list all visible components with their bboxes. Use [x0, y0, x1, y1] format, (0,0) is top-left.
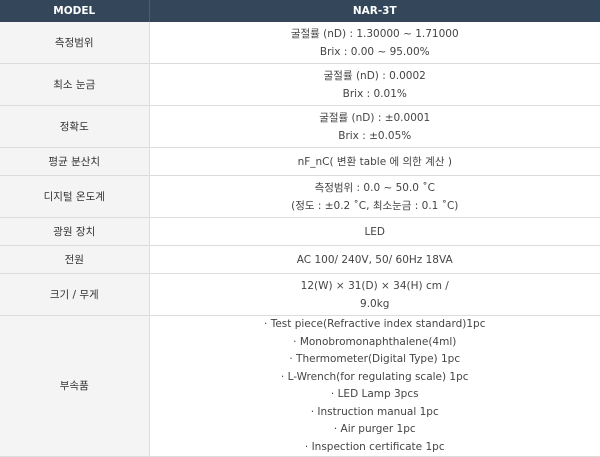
row-mean-dispersion: 평균 분산치 nF_nC( 변환 table 에 의한 계산 ) [0, 148, 600, 176]
row-light-source: 광원 장치 LED [0, 218, 600, 246]
value-line: (정도 : ±0.2 ˚C, 최소눈금 : 0.1 ˚C) [150, 197, 600, 215]
value-line: 굴절률 (nD) : 1.30000 ~ 1.71000 [150, 25, 600, 43]
row-accessories: 부속품 · Test piece(Refractive index standa… [0, 316, 600, 457]
row-value: 굴절률 (nD) : ±0.0001 Brix : ±0.05% [149, 106, 600, 148]
accessory-item: · Instruction manual 1pc [150, 404, 600, 422]
row-value: AC 100/ 240V, 50/ 60Hz 18VA [149, 246, 600, 274]
value-line: LED [150, 223, 600, 241]
row-value: nF_nC( 변환 table 에 의한 계산 ) [149, 148, 600, 176]
value-line: 9.0kg [150, 295, 600, 313]
accessory-item: · Test piece(Refractive index standard)1… [150, 316, 600, 334]
model-value-header: NAR-3T [149, 0, 600, 22]
model-header: MODEL [0, 0, 149, 22]
value-line: 굴절률 (nD) : 0.0002 [150, 67, 600, 85]
row-value: 굴절률 (nD) : 1.30000 ~ 1.71000 Brix : 0.00… [149, 22, 600, 64]
accessory-item: · LED Lamp 3pcs [150, 386, 600, 404]
accessory-item: · Thermometer(Digital Type) 1pc [150, 351, 600, 369]
value-line: Brix : 0.01% [150, 85, 600, 103]
row-label: 광원 장치 [0, 218, 149, 246]
row-label: 디지털 온도계 [0, 176, 149, 218]
row-measurement-range: 측정범위 굴절률 (nD) : 1.30000 ~ 1.71000 Brix :… [0, 22, 600, 64]
row-value: 굴절률 (nD) : 0.0002 Brix : 0.01% [149, 64, 600, 106]
row-label: 크기 / 무게 [0, 274, 149, 316]
row-label: 측정범위 [0, 22, 149, 64]
row-power: 전원 AC 100/ 240V, 50/ 60Hz 18VA [0, 246, 600, 274]
spec-table: MODEL NAR-3T 측정범위 굴절률 (nD) : 1.30000 ~ 1… [0, 0, 600, 457]
accessory-item: · L-Wrench(for regulating scale) 1pc [150, 369, 600, 387]
row-label: 정확도 [0, 106, 149, 148]
row-accuracy: 정확도 굴절률 (nD) : ±0.0001 Brix : ±0.05% [0, 106, 600, 148]
accessory-item: · Air purger 1pc [150, 421, 600, 439]
value-line: AC 100/ 240V, 50/ 60Hz 18VA [150, 251, 600, 269]
row-label: 최소 눈금 [0, 64, 149, 106]
value-line: nF_nC( 변환 table 에 의한 계산 ) [150, 153, 600, 171]
row-label: 부속품 [0, 316, 149, 457]
row-value: 측정범위 : 0.0 ~ 50.0 ˚C (정도 : ±0.2 ˚C, 최소눈금… [149, 176, 600, 218]
value-line: Brix : ±0.05% [150, 127, 600, 145]
row-value: · Test piece(Refractive index standard)1… [149, 316, 600, 457]
row-size-weight: 크기 / 무게 12(W) × 31(D) × 34(H) cm / 9.0kg [0, 274, 600, 316]
row-value: 12(W) × 31(D) × 34(H) cm / 9.0kg [149, 274, 600, 316]
value-line: Brix : 0.00 ~ 95.00% [150, 43, 600, 61]
row-value: LED [149, 218, 600, 246]
row-label: 전원 [0, 246, 149, 274]
value-line: 측정범위 : 0.0 ~ 50.0 ˚C [150, 179, 600, 197]
row-min-scale: 최소 눈금 굴절률 (nD) : 0.0002 Brix : 0.01% [0, 64, 600, 106]
value-line: 굴절률 (nD) : ±0.0001 [150, 109, 600, 127]
header-row: MODEL NAR-3T [0, 0, 600, 22]
value-line: 12(W) × 31(D) × 34(H) cm / [150, 277, 600, 295]
accessory-item: · Inspection certificate 1pc [150, 439, 600, 457]
row-label: 평균 분산치 [0, 148, 149, 176]
row-digital-thermometer: 디지털 온도계 측정범위 : 0.0 ~ 50.0 ˚C (정도 : ±0.2 … [0, 176, 600, 218]
accessory-item: · Monobromonaphthalene(4ml) [150, 334, 600, 352]
